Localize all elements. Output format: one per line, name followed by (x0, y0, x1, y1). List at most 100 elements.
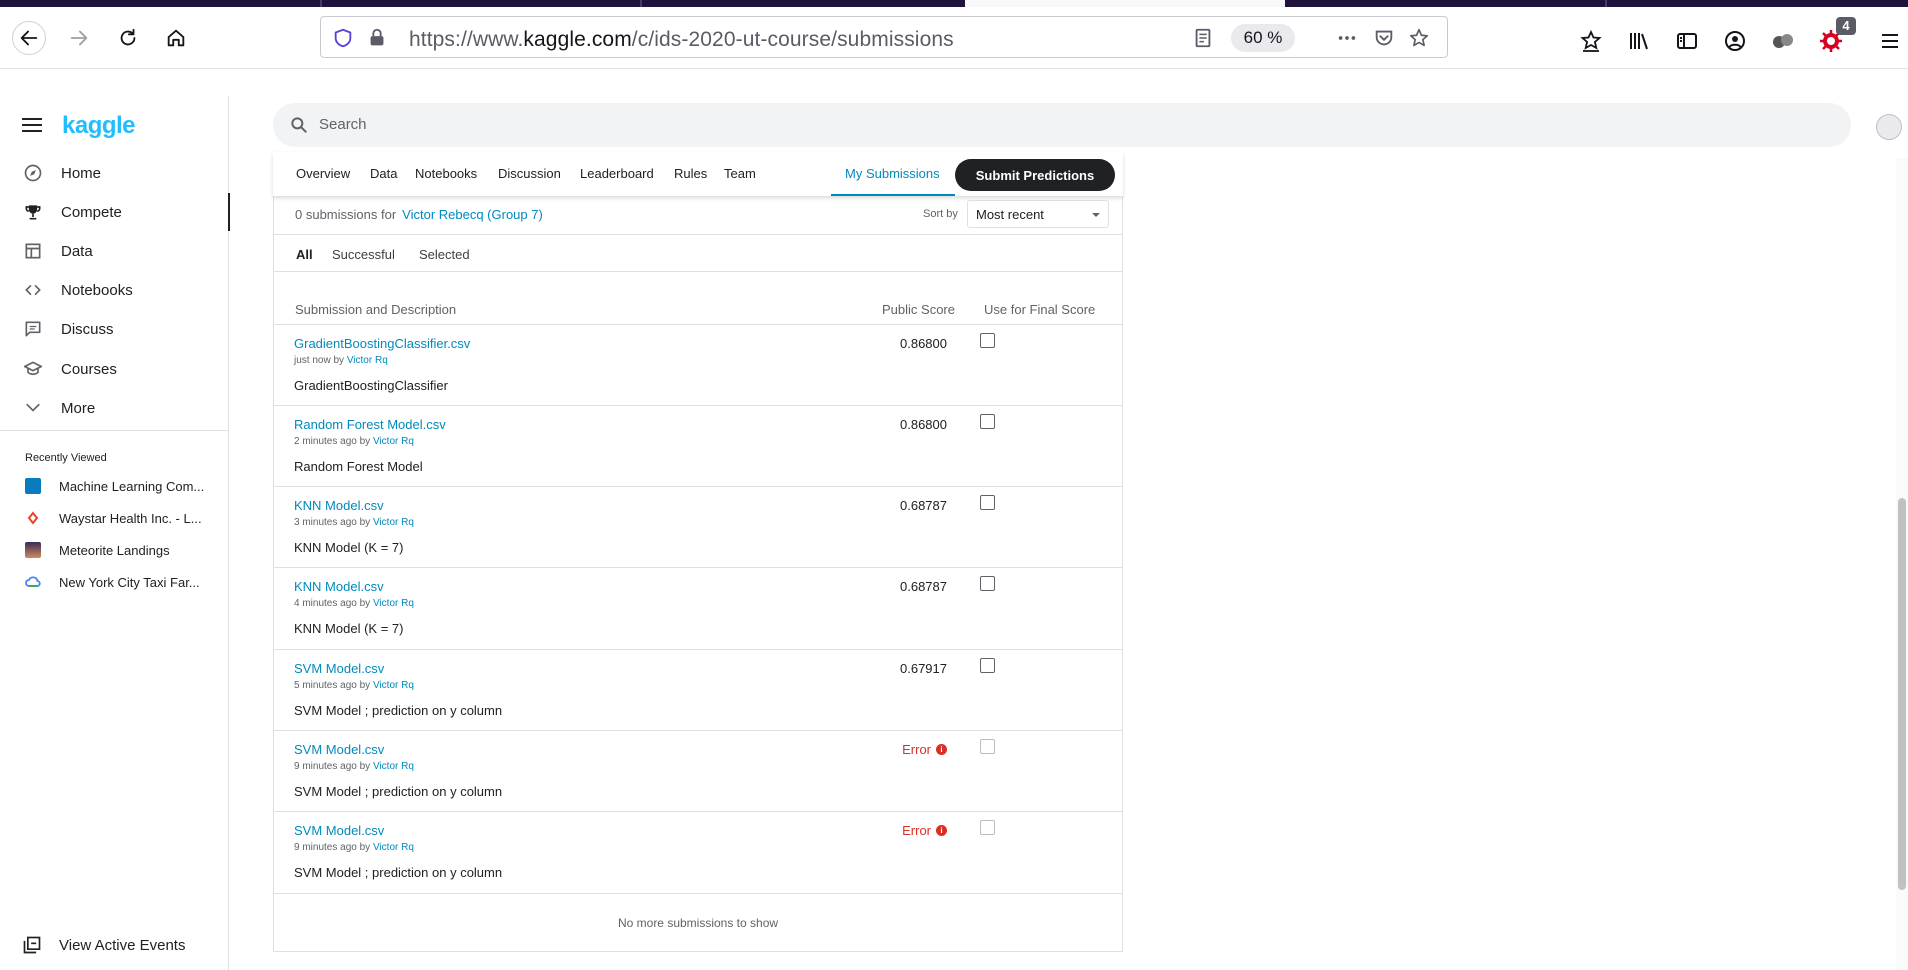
user-link[interactable]: Victor Rq (373, 517, 414, 528)
home-button[interactable] (159, 21, 193, 55)
table-row: KNN Model.csv 3 minutes ago by Victor Rq… (273, 486, 1123, 567)
kaggle-logo[interactable]: kaggle (62, 112, 136, 140)
search-bar[interactable]: Search (273, 103, 1851, 147)
arrow-left-icon (20, 30, 38, 46)
forward-button[interactable] (62, 21, 96, 55)
user-link[interactable]: Victor Rq (373, 680, 414, 691)
sidebar-item-courses[interactable]: Courses (0, 350, 229, 388)
back-button[interactable] (12, 21, 46, 55)
header-final-score: Use for Final Score (984, 302, 1096, 317)
tab-overview[interactable]: Overview (296, 166, 350, 181)
user-link[interactable]: Victor Rq (373, 598, 414, 609)
url-path: /c/ids-2020-ut-course/submissions (631, 28, 954, 51)
final-score-checkbox[interactable] (980, 333, 995, 348)
tab-notebooks[interactable]: Notebooks (415, 166, 477, 181)
extension-orbs-icon[interactable] (1770, 28, 1796, 54)
reader-view-icon[interactable] (1191, 26, 1215, 50)
submission-meta: 5 minutes ago by Victor Rq (294, 680, 414, 691)
submission-file-link[interactable]: SVM Model.csv (294, 823, 384, 838)
sidebar-item-home[interactable]: Home (0, 154, 229, 192)
submission-count: 0 submissions for Victor Rebecq (Group 7) (295, 207, 543, 222)
downloads-star-icon[interactable] (1578, 28, 1604, 54)
no-more-submissions: No more submissions to show (617, 916, 779, 930)
error-label: Error (902, 823, 931, 838)
sidebar-item-notebooks[interactable]: Notebooks (0, 271, 229, 309)
submission-file-link[interactable]: SVM Model.csv (294, 661, 384, 676)
user-link[interactable]: Victor Rq (373, 842, 414, 853)
team-link[interactable]: Victor Rebecq (Group 7) (402, 207, 543, 222)
info-icon[interactable]: i (936, 744, 947, 755)
submission-file-link[interactable]: Random Forest Model.csv (294, 417, 446, 432)
url-bar[interactable]: https://www.kaggle.com/c/ids-2020-ut-cou… (320, 16, 1448, 58)
table-row: Random Forest Model.csv 2 minutes ago by… (273, 405, 1123, 486)
sidebar-item-data[interactable]: Data (0, 232, 229, 270)
browser-toolbar: https://www.kaggle.com/c/ids-2020-ut-cou… (0, 7, 1908, 69)
zoom-level[interactable]: 60 % (1231, 24, 1295, 52)
lock-icon[interactable] (365, 26, 389, 50)
sidebar-item-label: Courses (61, 360, 117, 378)
recent-item[interactable]: Waystar Health Inc. - L... (25, 508, 225, 528)
tab-leaderboard[interactable]: Leaderboard (580, 166, 654, 181)
recent-item[interactable]: Machine Learning Com... (25, 476, 225, 496)
scrollbar-thumb[interactable] (1898, 498, 1906, 890)
filter-all[interactable]: All (296, 247, 313, 262)
search-input[interactable]: Search (319, 116, 367, 133)
public-score: 0.86800 (900, 336, 947, 351)
submission-description: SVM Model ; prediction on y column (294, 784, 503, 799)
final-score-checkbox[interactable] (980, 414, 995, 429)
notification-badge: 4 (1836, 17, 1856, 35)
view-active-events-link[interactable]: View Active Events (22, 934, 185, 956)
tab-team[interactable]: Team (724, 166, 756, 181)
recent-item[interactable]: New York City Taxi Far... (25, 572, 225, 592)
active-tab[interactable] (965, 0, 1285, 7)
pocket-icon[interactable] (1372, 26, 1396, 50)
user-link[interactable]: Victor Rq (373, 761, 414, 772)
reload-button[interactable] (111, 21, 145, 55)
sidebar-item-compete[interactable]: Compete (0, 193, 230, 231)
filter-successful[interactable]: Successful (332, 247, 395, 262)
sidebar-item-more[interactable]: More (0, 389, 229, 427)
tab-strip (0, 0, 1908, 7)
avatar[interactable] (1876, 114, 1902, 140)
shield-icon[interactable] (331, 26, 355, 50)
user-link[interactable]: Victor Rq (347, 355, 388, 366)
sidebar-toggle-icon[interactable] (1674, 28, 1700, 54)
sidebar-item-discuss[interactable]: Discuss (0, 310, 229, 348)
account-icon[interactable] (1722, 28, 1748, 54)
recent-item[interactable]: Meteorite Landings (25, 540, 225, 560)
info-icon[interactable]: i (936, 825, 947, 836)
submission-file-link[interactable]: KNN Model.csv (294, 498, 384, 513)
filter-selected[interactable]: Selected (419, 247, 470, 262)
tab-my-submissions[interactable]: My Submissions (845, 166, 940, 181)
tab-data[interactable]: Data (370, 166, 397, 181)
submission-file-link[interactable]: KNN Model.csv (294, 579, 384, 594)
submission-time: 9 minutes ago by (294, 761, 371, 772)
submission-file-link[interactable]: GradientBoostingClassifier.csv (294, 336, 470, 351)
submission-meta: 9 minutes ago by Victor Rq (294, 761, 414, 772)
tab-rules[interactable]: Rules (674, 166, 707, 181)
bookmark-star-icon[interactable] (1407, 26, 1431, 50)
final-score-checkbox[interactable] (980, 658, 995, 673)
sidebar-item-label: Data (61, 242, 93, 260)
dropdown-caret-icon (1092, 213, 1100, 217)
sidebar-item-label: Compete (61, 203, 122, 221)
url-text[interactable]: https://www.kaggle.com/c/ids-2020-ut-cou… (409, 28, 954, 52)
public-score: 0.86800 (900, 417, 947, 432)
tab-discussion[interactable]: Discussion (498, 166, 561, 181)
final-score-checkbox[interactable] (980, 495, 995, 510)
active-tab-indicator (831, 194, 955, 196)
user-link[interactable]: Victor Rq (373, 436, 414, 447)
hamburger-icon[interactable] (22, 118, 42, 132)
events-icon (23, 936, 41, 954)
app-menu-icon[interactable] (1877, 28, 1903, 54)
arrow-right-icon (70, 30, 88, 46)
library-icon[interactable] (1626, 28, 1652, 54)
final-score-checkbox[interactable] (980, 576, 995, 591)
school-icon (22, 358, 44, 380)
submission-file-link[interactable]: SVM Model.csv (294, 742, 384, 757)
submit-predictions-button[interactable]: Submit Predictions (955, 159, 1115, 191)
more-actions-icon[interactable] (1335, 26, 1359, 50)
table-icon (22, 240, 44, 262)
sort-select[interactable]: Most recent (967, 200, 1109, 228)
table-row: GradientBoostingClassifier.csv just now … (273, 324, 1123, 405)
